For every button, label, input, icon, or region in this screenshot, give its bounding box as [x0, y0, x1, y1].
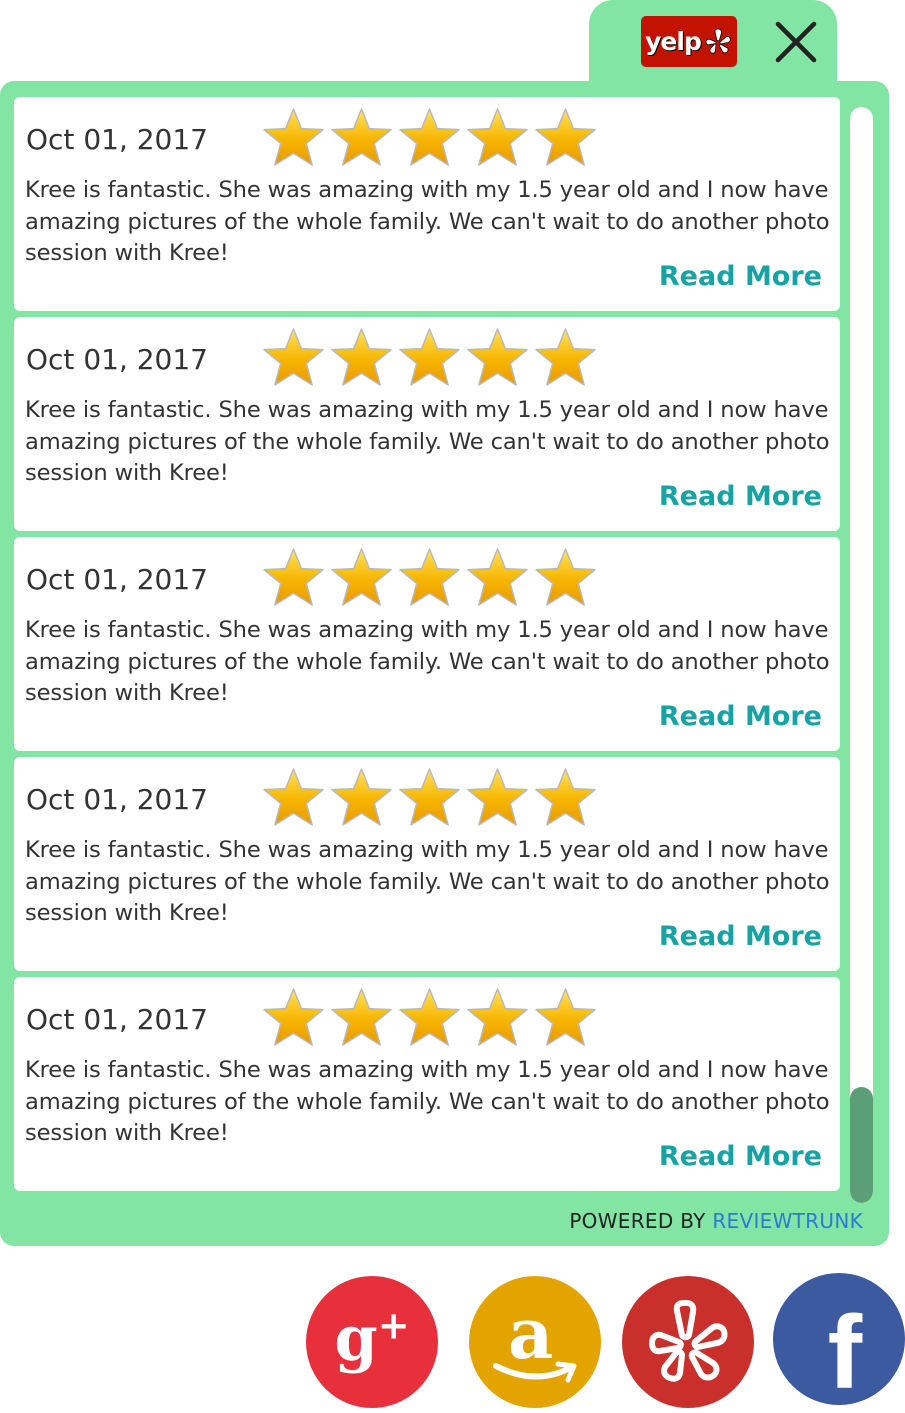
review-text: Kree is fantastic. She was amazing with …: [25, 1057, 830, 1146]
review-date: Oct 01, 2017: [26, 563, 208, 596]
star-rating: [262, 327, 597, 387]
star-icon: [466, 767, 529, 827]
review-card: Oct 01, 2017 Kree is fantastic. She was …: [14, 317, 840, 531]
star-icon: [534, 107, 597, 167]
facebook-icon: f: [827, 1294, 863, 1411]
review-text: Kree is fantastic. She was amazing with …: [25, 177, 830, 266]
powered-by-label: POWERED BY: [569, 1209, 706, 1233]
star-icon: [466, 987, 529, 1047]
review-date: Oct 01, 2017: [26, 123, 208, 156]
amazon-icon: a: [490, 1292, 580, 1392]
star-icon: [330, 987, 393, 1047]
review-date: Oct 01, 2017: [26, 343, 208, 376]
star-icon: [534, 987, 597, 1047]
star-icon: [398, 987, 461, 1047]
read-more-link[interactable]: Read More: [659, 701, 822, 732]
read-more-link[interactable]: Read More: [659, 261, 822, 292]
star-icon: [466, 547, 529, 607]
star-rating: [262, 767, 597, 827]
scrollbar-thumb[interactable]: [850, 1087, 873, 1203]
review-card: Oct 01, 2017 Kree is fantastic. She was …: [14, 537, 840, 751]
close-icon: [775, 21, 817, 63]
star-icon: [262, 327, 325, 387]
yelp-button[interactable]: [622, 1276, 754, 1408]
yelp-icon: [649, 1299, 728, 1382]
star-icon: [262, 107, 325, 167]
review-date: Oct 01, 2017: [26, 1003, 208, 1036]
star-icon: [330, 767, 393, 827]
reviewtrunk-link[interactable]: REVIEWTRUNK: [712, 1209, 863, 1233]
star-icon: [534, 547, 597, 607]
read-more-link[interactable]: Read More: [659, 921, 822, 952]
star-icon: [262, 767, 325, 827]
star-rating: [262, 107, 597, 167]
facebook-button[interactable]: f: [773, 1273, 905, 1411]
star-icon: [534, 767, 597, 827]
scrollbar-track[interactable]: [850, 107, 873, 1203]
review-card: Oct 01, 2017 Kree is fantastic. She was …: [14, 757, 840, 971]
star-rating: [262, 547, 597, 607]
star-icon: [398, 547, 461, 607]
star-icon: [330, 327, 393, 387]
amazon-button[interactable]: a: [469, 1276, 601, 1408]
google-plus-button[interactable]: g+: [306, 1276, 438, 1408]
star-icon: [466, 107, 529, 167]
review-date: Oct 01, 2017: [26, 783, 208, 816]
review-text: Kree is fantastic. She was amazing with …: [25, 837, 830, 926]
yelp-burst-icon: [705, 28, 731, 54]
star-icon: [262, 987, 325, 1047]
star-icon: [330, 547, 393, 607]
review-text: Kree is fantastic. She was amazing with …: [25, 617, 830, 706]
powered-by: POWERED BY REVIEWTRUNK: [569, 1209, 863, 1233]
review-card: Oct 01, 2017 Kree is fantastic. She was …: [14, 97, 840, 311]
yelp-logo-text: yelp: [645, 27, 702, 56]
star-icon: [398, 767, 461, 827]
read-more-link[interactable]: Read More: [659, 481, 822, 512]
review-card: Oct 01, 2017 Kree is fantastic. She was …: [14, 977, 840, 1191]
yelp-logo-button[interactable]: yelp: [641, 16, 737, 67]
star-icon: [262, 547, 325, 607]
star-icon: [398, 107, 461, 167]
read-more-link[interactable]: Read More: [659, 1141, 822, 1172]
review-text: Kree is fantastic. She was amazing with …: [25, 397, 830, 486]
star-rating: [262, 987, 597, 1047]
reviews-panel: Oct 01, 2017 Kree is fantastic. She was …: [0, 81, 889, 1246]
star-icon: [330, 107, 393, 167]
star-icon: [534, 327, 597, 387]
google-plus-icon: g+: [334, 1301, 410, 1375]
star-icon: [466, 327, 529, 387]
star-icon: [398, 327, 461, 387]
close-button[interactable]: [774, 20, 818, 64]
